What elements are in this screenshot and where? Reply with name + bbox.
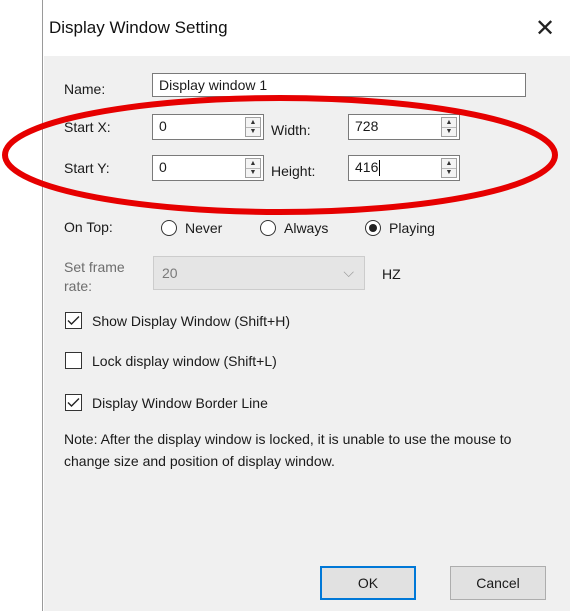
name-label: Name:	[64, 81, 106, 97]
close-icon[interactable]: ✕	[527, 10, 563, 46]
radio-playing-circle	[365, 220, 381, 236]
lock-note: Note: After the display window is locked…	[64, 431, 512, 469]
lock-display-window-checkbox[interactable]: Lock display window (Shift+L)	[65, 352, 277, 369]
on-top-label: On Top:	[64, 219, 113, 235]
text-caret	[379, 160, 381, 177]
cancel-button[interactable]: Cancel	[450, 566, 546, 600]
ok-button[interactable]: OK	[320, 566, 416, 600]
radio-never-circle	[161, 220, 177, 236]
width-label: Width:	[271, 122, 311, 138]
checkmark-icon	[65, 394, 82, 411]
show-display-window-label: Show Display Window (Shift+H)	[92, 312, 291, 329]
radio-always-label: Always	[284, 220, 329, 236]
width-value: 728	[355, 118, 379, 134]
start-x-label: Start X:	[64, 119, 111, 135]
dialog-body: Name: Display window 1 Start X: 0 ▲ ▼ Wid…	[44, 56, 570, 611]
radio-never-label: Never	[185, 220, 223, 236]
spin-arrows-icon[interactable]: ▲ ▼	[245, 117, 261, 137]
radio-playing-label: Playing	[389, 220, 435, 236]
start-x-value: 0	[159, 118, 167, 134]
start-y-spinner[interactable]: 0 ▲ ▼	[152, 155, 264, 181]
frame-rate-label-line2: rate:	[64, 278, 93, 294]
title-bar: Display Window Setting ✕	[43, 0, 570, 56]
lock-display-window-label: Lock display window (Shift+L)	[92, 352, 277, 369]
name-input[interactable]: Display window 1	[152, 73, 526, 97]
height-label: Height:	[271, 163, 316, 179]
border-line-checkbox[interactable]: Display Window Border Line	[65, 394, 268, 411]
start-x-spinner[interactable]: 0 ▲ ▼	[152, 114, 264, 140]
spin-arrows-icon[interactable]: ▲ ▼	[441, 158, 457, 178]
chevron-down-icon: ⌵	[343, 264, 354, 280]
spin-arrows-icon[interactable]: ▲ ▼	[245, 158, 261, 178]
frame-rate-select[interactable]: 20 ⌵	[153, 256, 365, 290]
show-display-window-checkbox[interactable]: Show Display Window (Shift+H)	[65, 312, 290, 329]
frame-rate-unit: HZ	[382, 266, 401, 282]
height-value: 416	[355, 159, 381, 177]
height-spinner[interactable]: 416 ▲ ▼	[348, 155, 460, 181]
radio-never[interactable]: Never	[161, 220, 222, 236]
display-window-setting-dialog: Display Window Setting ✕ Name: Display w…	[42, 0, 570, 611]
radio-always[interactable]: Always	[260, 220, 328, 236]
start-y-value: 0	[159, 159, 167, 175]
dialog-title: Display Window Setting	[49, 18, 228, 37]
start-y-label: Start Y:	[64, 160, 110, 176]
border-line-label: Display Window Border Line	[92, 394, 268, 411]
frame-rate-value: 20	[162, 265, 178, 281]
name-value: Display window 1	[159, 77, 268, 93]
width-spinner[interactable]: 728 ▲ ▼	[348, 114, 460, 140]
frame-rate-label-line1: Set frame	[64, 259, 125, 275]
checkbox-empty-icon	[65, 352, 82, 369]
checkmark-icon	[65, 312, 82, 329]
radio-always-circle	[260, 220, 276, 236]
radio-playing[interactable]: Playing	[365, 220, 435, 236]
spin-arrows-icon[interactable]: ▲ ▼	[441, 117, 457, 137]
